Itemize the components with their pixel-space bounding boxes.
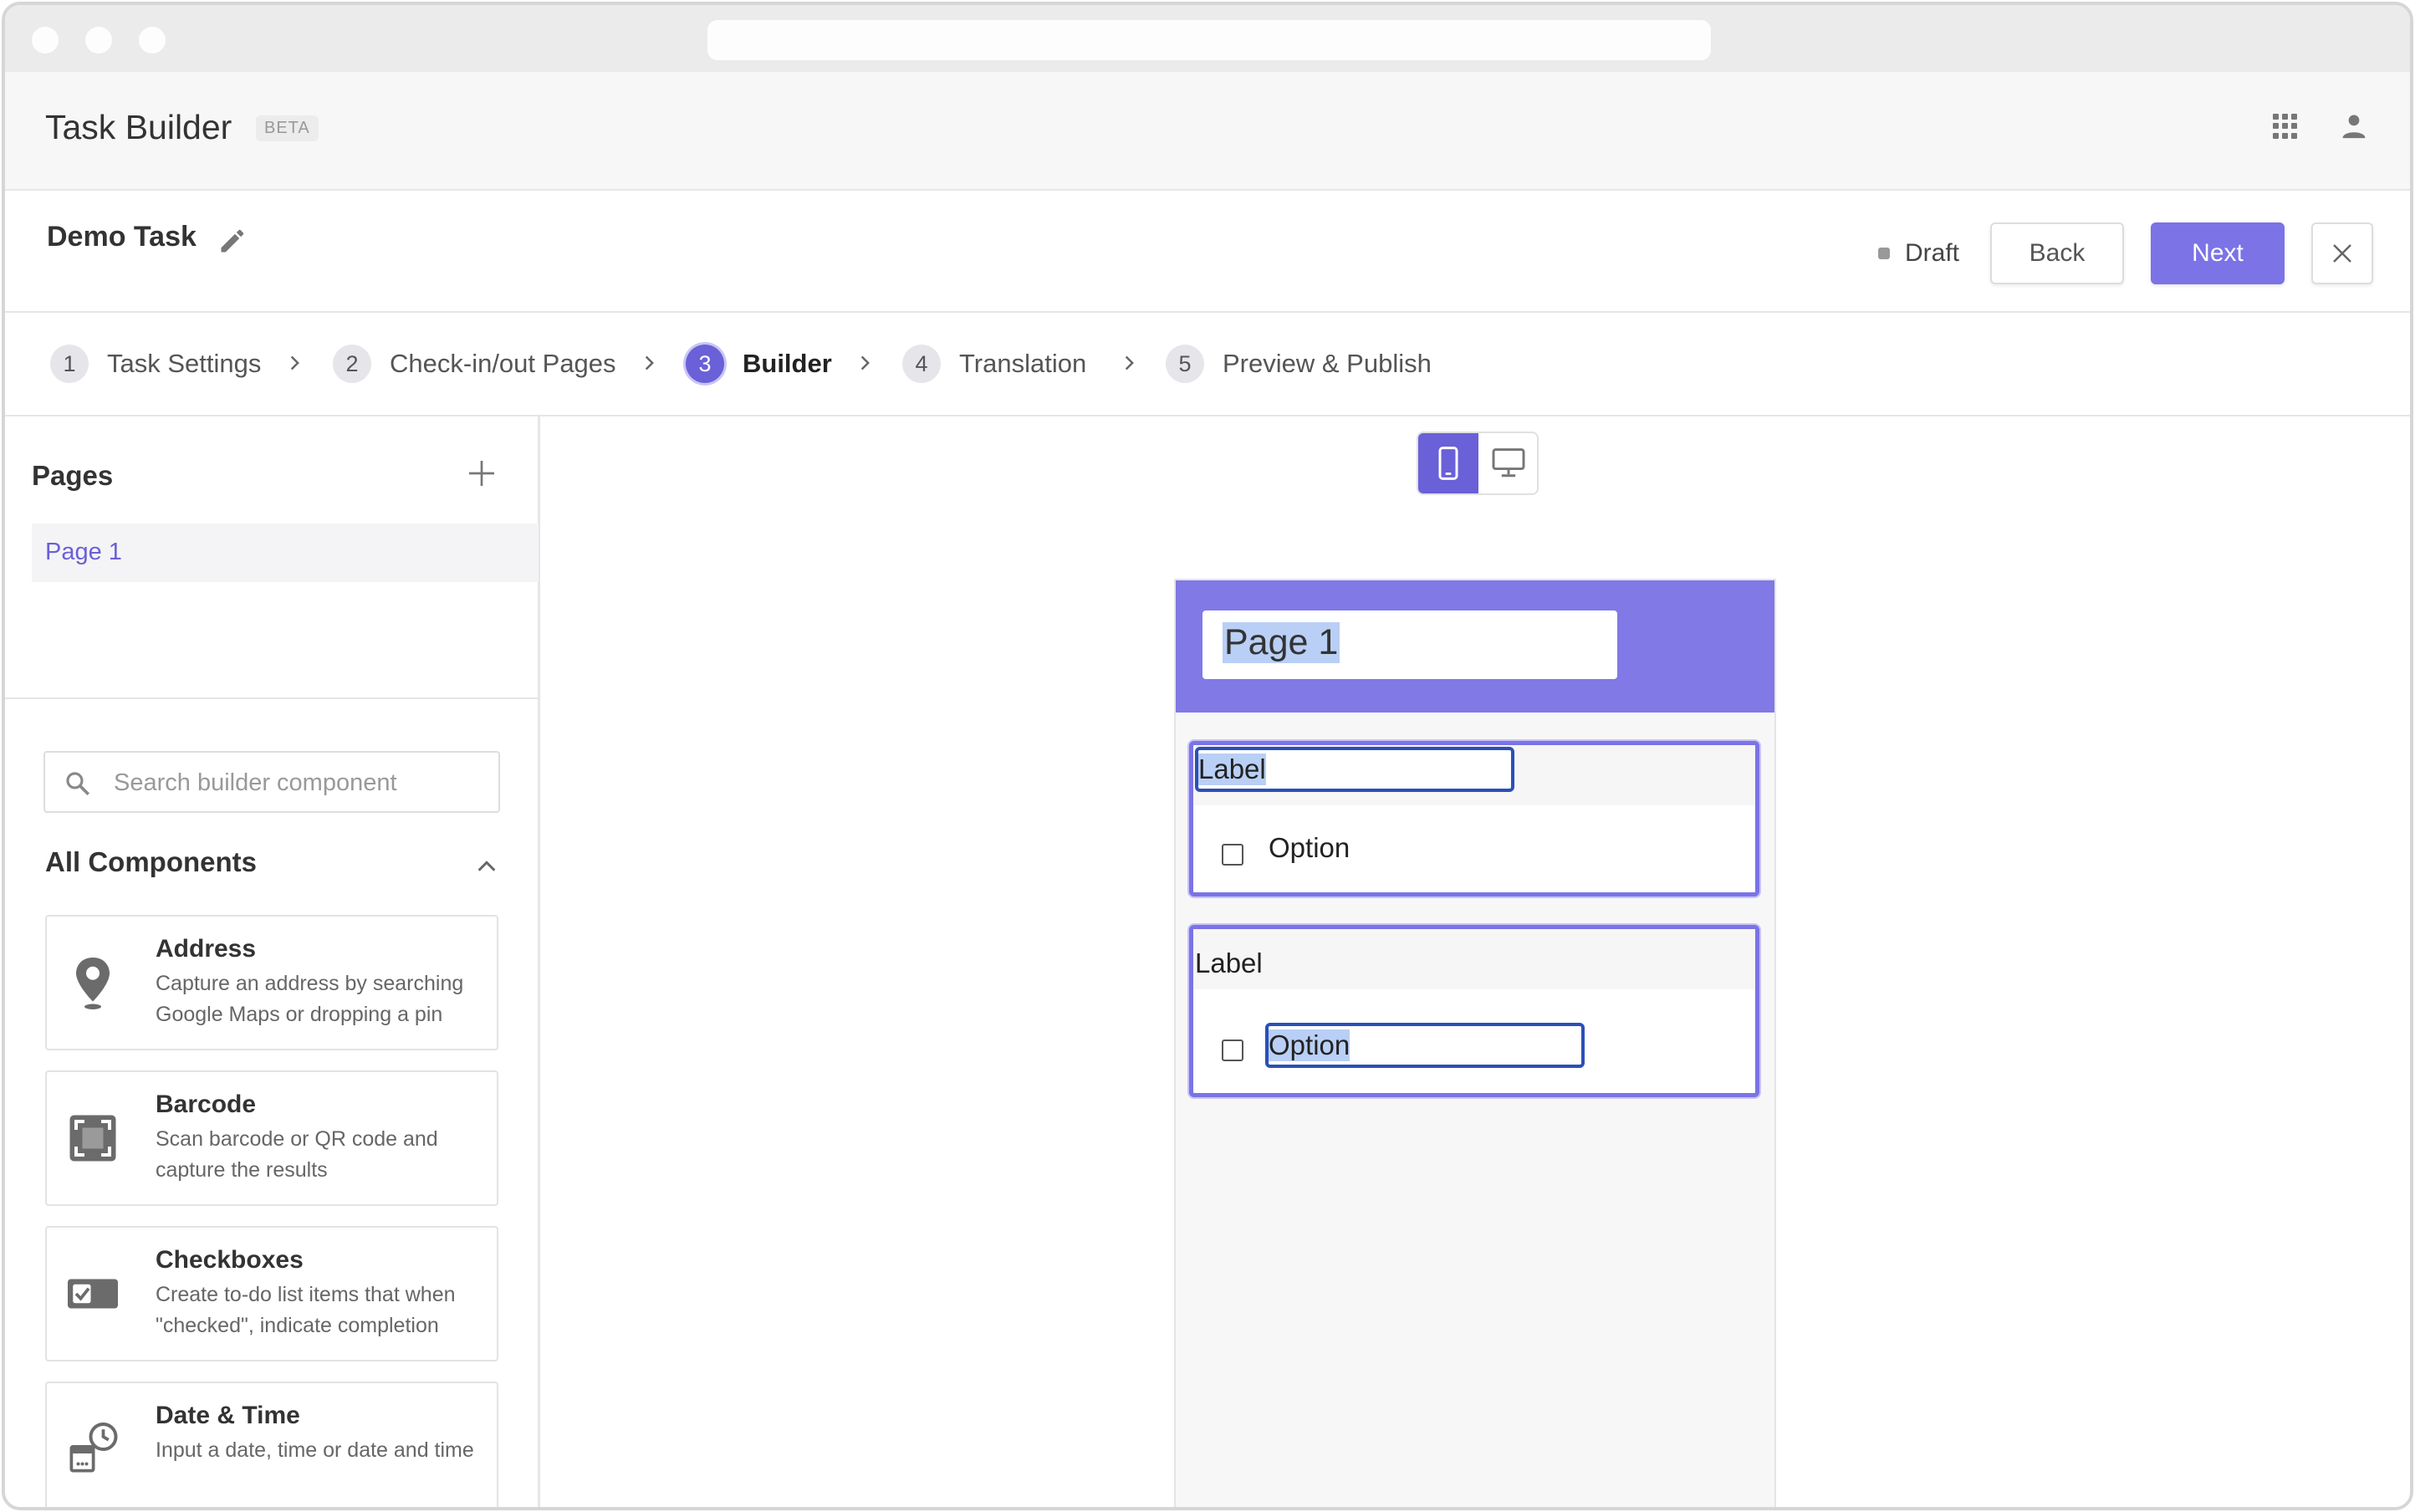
option-label-text: Option — [1269, 1029, 1350, 1061]
component-description: Create to-do list items that when "check… — [156, 1283, 456, 1337]
component-search[interactable] — [43, 751, 500, 813]
app-header: Task Builder BETA — [5, 72, 2410, 191]
page-list-item[interactable]: Page 1 — [32, 524, 539, 582]
chevron-right-icon — [1125, 355, 1134, 370]
apps-grid-icon[interactable] — [2273, 114, 2298, 139]
checkbox-field-1[interactable]: Label Option — [1189, 741, 1759, 896]
user-icon[interactable] — [2340, 112, 2368, 140]
step-translation[interactable]: 4 Translation — [902, 345, 1086, 383]
field-label-input[interactable]: Label — [1195, 747, 1514, 792]
field-header: Label — [1193, 929, 1755, 989]
status-badge: Draft — [1878, 239, 1959, 268]
desktop-icon — [1492, 448, 1525, 478]
device-toggle — [1417, 432, 1539, 495]
step-label: Preview & Publish — [1223, 349, 1432, 378]
next-button[interactable]: Next — [2151, 222, 2285, 284]
step-number: 4 — [902, 345, 941, 383]
component-title: Checkboxes — [156, 1246, 304, 1274]
pencil-icon[interactable] — [217, 226, 248, 256]
option-checkbox[interactable] — [1222, 1040, 1243, 1061]
task-header: Demo Task Draft Back Next — [5, 191, 2410, 313]
window-minimize-dot[interactable] — [85, 27, 112, 54]
desktop-view-button[interactable] — [1478, 433, 1537, 493]
step-number: 2 — [333, 345, 371, 383]
window-close-dot[interactable] — [32, 27, 59, 54]
step-builder[interactable]: 3 Builder — [686, 345, 832, 383]
step-label: Check-in/out Pages — [390, 349, 616, 378]
component-card-barcode[interactable]: Barcode Scan barcode or QR code and capt… — [45, 1070, 498, 1206]
component-title: Date & Time — [156, 1402, 300, 1429]
chevron-right-icon — [645, 355, 654, 370]
back-button[interactable]: Back — [1990, 222, 2124, 284]
component-card-date-time[interactable]: Date & Time Input a date, time or date a… — [45, 1382, 498, 1507]
calendar-clock-icon — [69, 1423, 118, 1473]
checkbox-field-2[interactable]: Label Option — [1189, 925, 1759, 1097]
components-heading: All Components — [45, 846, 257, 877]
page-item-label: Page 1 — [45, 539, 122, 565]
plus-icon[interactable] — [467, 458, 497, 488]
preview-header: Page 1 — [1176, 580, 1774, 713]
component-title: Address — [156, 935, 257, 963]
component-card-checkboxes[interactable]: Checkboxes Create to-do list items that … — [45, 1226, 498, 1361]
component-description: Scan barcode or QR code and capture the … — [156, 1127, 438, 1182]
address-bar[interactable] — [707, 20, 1711, 60]
divider — [5, 697, 538, 699]
app-title: Task Builder — [45, 108, 232, 146]
step-task-settings[interactable]: 1 Task Settings — [50, 345, 261, 383]
checkbox-icon — [68, 1279, 118, 1309]
left-sidebar: Pages Page 1 All Components Address — [5, 416, 540, 1507]
mobile-preview: Page 1 Label Option Label Option — [1174, 579, 1776, 1507]
component-description: Capture an address by searching Google M… — [156, 972, 464, 1026]
option-label: Option — [1269, 832, 1350, 863]
chevron-right-icon — [860, 355, 870, 370]
search-icon — [66, 772, 90, 796]
builder-canvas: Page 1 Label Option Label Option — [540, 416, 2410, 1507]
window-maximize-dot[interactable] — [139, 27, 166, 54]
task-name: Demo Task — [47, 221, 197, 253]
chevron-right-icon — [290, 355, 299, 370]
close-icon — [2333, 244, 2351, 263]
field-label-text: Label — [1195, 948, 1263, 978]
option-checkbox[interactable] — [1222, 844, 1243, 866]
mobile-icon — [1438, 447, 1458, 480]
step-number: 5 — [1166, 345, 1204, 383]
mobile-view-button[interactable] — [1418, 433, 1478, 493]
page-title-text: Page 1 — [1223, 622, 1340, 663]
option-label-input[interactable]: Option — [1265, 1023, 1585, 1068]
barcode-icon — [69, 1115, 116, 1162]
browser-chrome — [5, 5, 2410, 72]
step-preview-publish[interactable]: 5 Preview & Publish — [1166, 345, 1432, 383]
component-description: Input a date, time or date and time — [156, 1438, 474, 1462]
step-number: 1 — [50, 345, 89, 383]
step-progress: 1 Task Settings 2 Check-in/out Pages 3 B… — [5, 313, 2410, 416]
search-input[interactable] — [114, 766, 482, 799]
map-pin-icon — [76, 958, 110, 1009]
field-header: Label — [1193, 745, 1755, 805]
page-title-input[interactable]: Page 1 — [1202, 610, 1617, 679]
chevron-up-icon[interactable] — [475, 855, 498, 878]
step-label: Task Settings — [107, 349, 262, 378]
status-dot-icon — [1878, 248, 1890, 259]
beta-badge: BETA — [256, 115, 319, 141]
pages-heading: Pages — [32, 460, 114, 491]
close-button[interactable] — [2311, 222, 2373, 284]
component-title: Barcode — [156, 1091, 257, 1118]
step-number: 3 — [686, 345, 724, 383]
step-label: Builder — [743, 349, 832, 378]
field-label-text: Label — [1198, 753, 1266, 785]
component-card-address[interactable]: Address Capture an address by searching … — [45, 915, 498, 1050]
step-check-in-out-pages[interactable]: 2 Check-in/out Pages — [333, 345, 616, 383]
browser-window: Task Builder BETA Demo Task Draft Back N… — [2, 2, 2413, 1510]
step-label: Translation — [959, 349, 1087, 378]
status-label: Draft — [1905, 239, 1960, 267]
